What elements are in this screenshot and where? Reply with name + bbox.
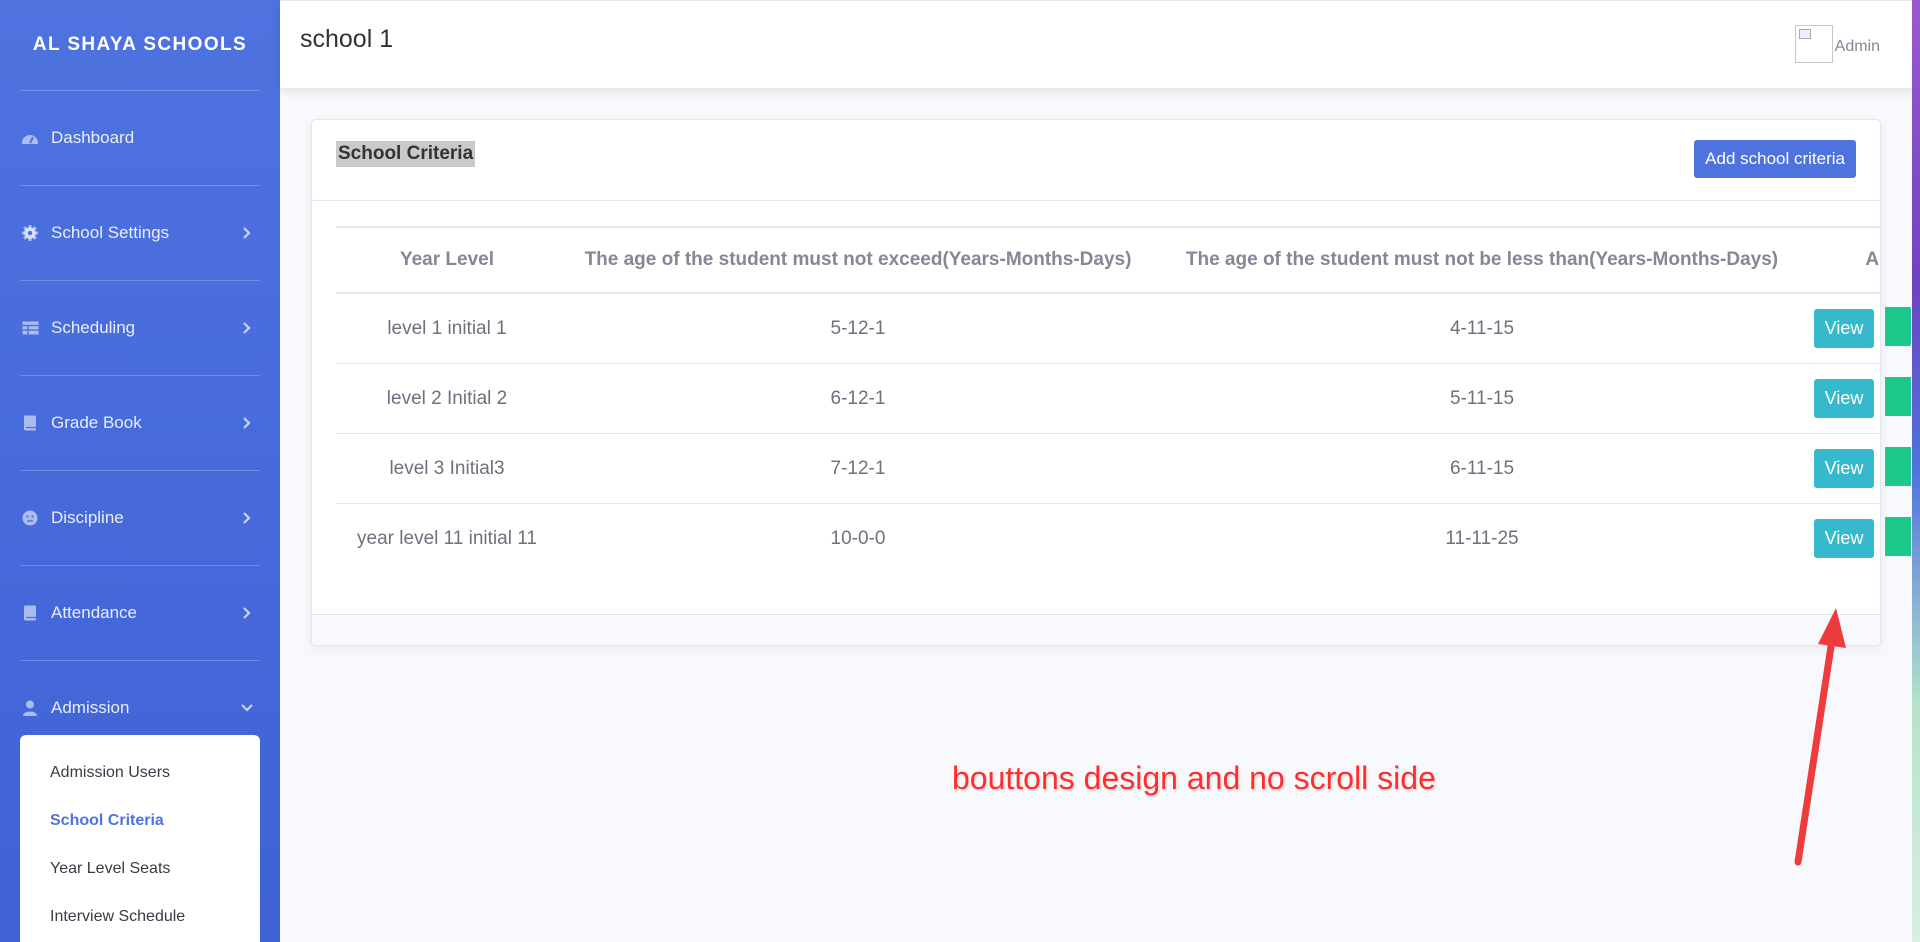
card-header: School Criteria Add school criteria [312, 120, 1880, 201]
chevron-right-icon [243, 227, 251, 239]
table-row: year level 11 initial 11 10-0-0 11-11-25… [336, 504, 1880, 574]
edit-button-overflow[interactable] [1885, 517, 1911, 556]
table-row: level 2 Initial 2 6-12-1 5-11-15 View [336, 363, 1880, 434]
chevron-down-icon [241, 704, 253, 712]
edit-button-overflow[interactable] [1885, 307, 1911, 346]
cell-year-level: year level 11 initial 11 [357, 527, 537, 549]
sidebar-item-label: Admission [51, 698, 130, 717]
sidebar-item-dashboard[interactable]: Dashboard [0, 91, 280, 185]
user-name[interactable]: Admin [1835, 38, 1880, 56]
cell-actions: View [1806, 433, 1880, 504]
brand-title[interactable]: AL SHAYA SCHOOLS [0, 0, 280, 90]
sidebar-item-label: School Settings [51, 223, 170, 242]
chevron-right-icon [243, 417, 251, 429]
sidebar-item-label: Discipline [51, 508, 124, 527]
cell-max-age: 10-0-0 [830, 527, 886, 549]
user-menu[interactable]: Admin [1794, 25, 1880, 63]
sidebar-item-discipline[interactable]: Discipline [0, 471, 280, 565]
dashboard-icon [20, 128, 40, 148]
submenu-item-year-level-seats[interactable]: Year Level Seats [20, 845, 260, 893]
cell-min-age: 11-11-25 [1445, 527, 1519, 549]
submenu-item-admission-users[interactable]: Admission Users [20, 749, 260, 797]
cell-actions: View [1806, 293, 1880, 364]
sidebar-item-school-settings[interactable]: School Settings [0, 186, 280, 280]
view-button[interactable]: View [1814, 309, 1874, 348]
cell-min-age: 5-11-15 [1158, 363, 1806, 434]
criteria-table: Year Level The age of the student must n… [336, 226, 1880, 574]
column-header: The age of the student must not exceed(Y… [558, 227, 1158, 294]
sidebar: AL SHAYA SCHOOLS Dashboard School Settin… [0, 0, 280, 942]
topbar: school 1 Admin [280, 0, 1920, 88]
cell-max-age: 6-12-1 [558, 363, 1158, 434]
sidebar-item-label: Scheduling [51, 318, 136, 337]
cell-year-level: level 1 initial 1 [336, 293, 558, 364]
sidebar-item-label: Attendance [51, 603, 138, 622]
cell-max-age: 5-12-1 [558, 293, 1158, 364]
cell-min-age: 4-11-15 [1158, 293, 1806, 364]
book-icon [20, 413, 40, 433]
chevron-right-icon [243, 607, 251, 619]
chevron-right-icon [243, 512, 251, 524]
cell-min-age: 6-11-15 [1158, 433, 1806, 504]
table-icon [20, 318, 40, 338]
column-header: Year Level [336, 227, 558, 294]
column-header: The age of the student must not be less … [1158, 227, 1806, 294]
gear-icon [20, 223, 40, 243]
sidebar-item-grade-book[interactable]: Grade Book [0, 376, 280, 470]
window-edge-strip [1912, 0, 1920, 942]
column-header: Act [1806, 227, 1880, 294]
school-criteria-card: School Criteria Add school criteria Year… [311, 119, 1881, 646]
card-footer [312, 614, 1880, 645]
table-header-row: Year Level The age of the student must n… [336, 227, 1880, 294]
chevron-right-icon [243, 322, 251, 334]
criteria-table-wrapper[interactable]: Year Level The age of the student must n… [336, 226, 1880, 574]
sidebar-item-label: Dashboard [51, 128, 135, 147]
view-button[interactable]: View [1814, 449, 1874, 488]
card-title: School Criteria [336, 141, 476, 167]
view-button[interactable]: View [1814, 519, 1874, 558]
sidebar-item-label: Grade Book [51, 413, 142, 432]
book-icon [20, 603, 40, 623]
sidebar-item-attendance[interactable]: Attendance [0, 566, 280, 660]
cell-max-age: 7-12-1 [558, 433, 1158, 504]
edit-button-overflow[interactable] [1885, 377, 1911, 416]
cell-year-level: level 3 Initial3 [336, 433, 558, 504]
submenu-item-school-criteria[interactable]: School Criteria [20, 797, 260, 845]
submenu-item-interview-schedule[interactable]: Interview Schedule [20, 893, 260, 941]
cell-actions: View [1806, 363, 1880, 434]
annotation-note: bouttons design and no scroll side [952, 760, 1436, 796]
cell-actions: View [1806, 504, 1880, 574]
face-icon [20, 508, 40, 528]
cell-year-level: level 2 Initial 2 [336, 363, 558, 434]
add-school-criteria-button[interactable]: Add school criteria [1694, 140, 1856, 178]
user-icon [20, 698, 40, 718]
table-row: level 1 initial 1 5-12-1 4-11-15 View [336, 293, 1880, 364]
page-title: school 1 [300, 25, 394, 53]
table-row: level 3 Initial3 7-12-1 6-11-15 View [336, 433, 1880, 504]
avatar[interactable] [1794, 25, 1833, 63]
edit-button-overflow[interactable] [1885, 447, 1911, 486]
sidebar-item-scheduling[interactable]: Scheduling [0, 281, 280, 375]
view-button[interactable]: View [1814, 379, 1874, 418]
admission-submenu: Admission Users School Criteria Year Lev… [20, 735, 260, 942]
